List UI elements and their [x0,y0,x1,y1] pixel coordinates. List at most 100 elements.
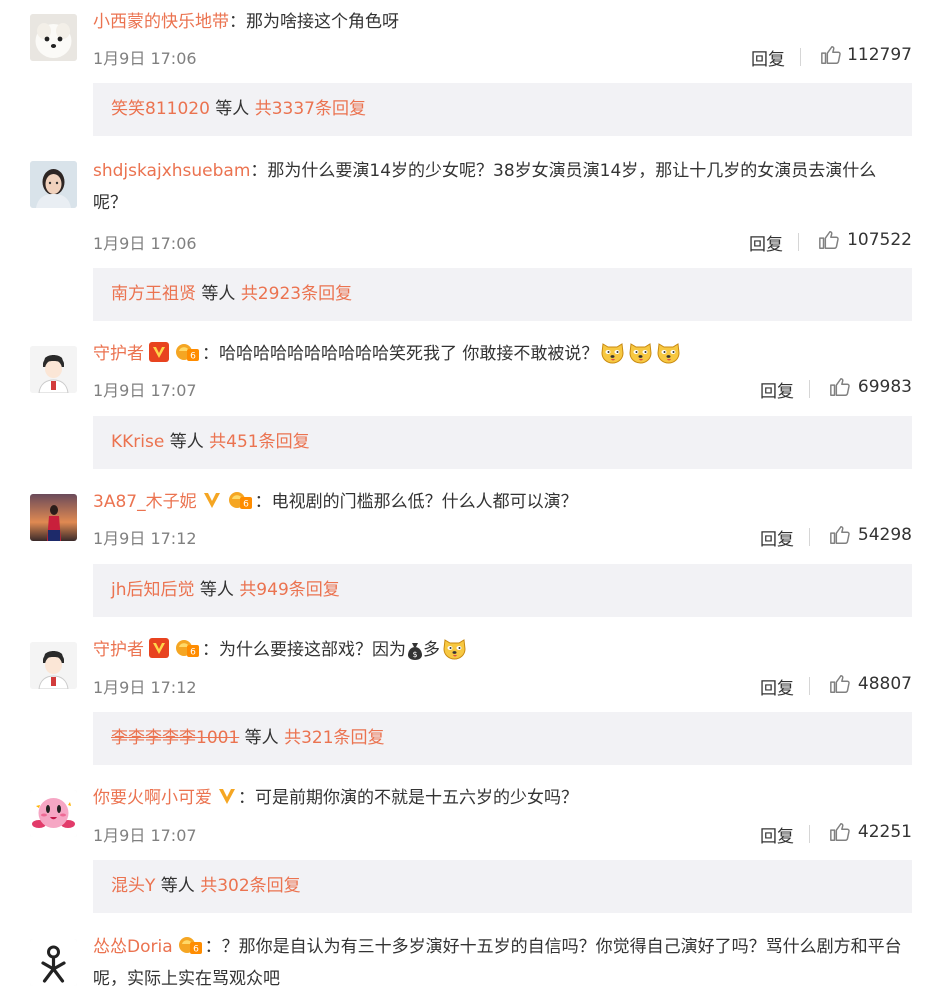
comment-body: ：为什么要接这部戏？因为 [202,640,406,660]
verified-v-icon [216,785,238,807]
comment-meta: 1月9日 17:06 回复 112797 [93,42,912,70]
reply-button[interactable]: 回复 [760,674,794,699]
reply-button[interactable]: 回复 [749,230,783,255]
sub-replies-box[interactable]: 李李李李李1001 等人 共321条回复 [93,712,912,765]
svg-text:6: 6 [190,648,196,658]
svg-text:6: 6 [190,352,196,362]
svg-text:6: 6 [193,945,199,955]
like-count: 48807 [857,674,912,694]
money-bag-icon: $ [407,641,423,661]
sub-reply-total[interactable]: 共949条回复 [239,580,339,600]
timestamp: 1月9日 17:07 [93,381,197,400]
sub-reply-total[interactable]: 共451条回复 [209,432,309,452]
username-link[interactable]: 3A87_木子妮 [93,492,197,512]
comment-text: 守护者 6 ：为什么要接这部戏？因为 $ 多 [93,634,908,666]
comment-text: 守护者 6 ：哈哈哈哈哈哈哈哈哈哈笑死我了 你敢接不敢被说？ [93,338,908,370]
thumbs-up-icon[interactable] [829,821,851,847]
svg-text:6: 6 [243,500,249,510]
divider [809,825,810,843]
like-count: 69983 [857,377,912,397]
doge-emoji-icon [441,634,468,661]
comment-body-tail: 多 [423,640,440,660]
timestamp: 1月9日 17:12 [93,678,197,697]
timestamp: 1月9日 17:06 [93,49,197,68]
doge-emoji-icon [599,338,626,365]
reply-button[interactable]: 回复 [760,822,794,847]
sub-reply-total[interactable]: 共2923条回复 [241,284,352,304]
avatar[interactable] [30,939,77,986]
doge-emoji-icon [655,338,682,365]
avatar[interactable] [30,14,77,61]
sub-reply-mid: 等人 [239,728,285,748]
verified-v-icon [148,637,170,659]
username-link[interactable]: 小西蒙的快乐地带 [93,12,229,32]
verified-v-icon [201,489,223,511]
svg-text:$: $ [412,650,417,659]
sub-reply-total[interactable]: 共3337条回复 [255,99,366,119]
sub-reply-mid: 等人 [155,876,201,896]
thumbs-up-icon[interactable] [829,673,851,699]
username-link[interactable]: 你要火啊小可爱 [93,788,212,808]
member-level-icon: 6 [174,341,202,363]
timestamp: 1月9日 17:06 [93,234,197,253]
like-count: 112797 [847,45,912,65]
sub-replies-box[interactable]: KKrise 等人 共451条回复 [93,416,912,469]
avatar[interactable] [30,790,77,837]
comment-meta: 1月9日 17:07 回复 69983 [93,374,912,402]
sub-reply-user[interactable]: jh后知后觉 [111,580,195,600]
sub-reply-mid: 等人 [209,99,255,119]
divider [798,233,799,251]
sub-replies-box[interactable]: 笑笑811020 等人 共3337条回复 [93,83,912,136]
member-level-icon: 6 [177,934,205,956]
like-count: 107522 [847,230,912,250]
comment-meta: 1月9日 17:12 回复 54298 [93,522,912,550]
comment-body: ：？那你是自认为有三十多岁演好十五岁的自信吗？你觉得自己演好了吗？骂什么剧方和平… [93,937,902,989]
thumbs-up-icon[interactable] [818,229,840,255]
reply-button[interactable]: 回复 [760,525,794,550]
comment-text: 3A87_木子妮 6 ：电视剧的门槛那么低？什么人都可以演？ [93,486,908,518]
verified-v-icon [148,341,170,363]
username-link[interactable]: shdjskajxhsuebam [93,161,250,181]
comment-meta: 1月9日 17:07 回复 42251 [93,819,912,847]
comment-text: 小西蒙的快乐地带：那为啥接这个角色呀 [93,6,908,38]
sub-reply-user[interactable]: KKrise [111,432,164,452]
comment-body: ：那为啥接这个角色呀 [229,12,399,32]
comment-body: ：电视剧的门槛那么低？什么人都可以演？ [254,492,578,512]
doge-emoji-icon [627,338,654,365]
sub-replies-box[interactable]: 南方王祖贤 等人 共2923条回复 [93,268,912,321]
divider [809,677,810,695]
comment-body: ：哈哈哈哈哈哈哈哈哈哈笑死我了 你敢接不敢被说？ [202,344,599,364]
reply-button[interactable]: 回复 [751,45,785,70]
sub-reply-user[interactable]: 南方王祖贤 [111,284,196,304]
comment-text: 怂怂Doria 6 ：？那你是自认为有三十多岁演好十五岁的自信吗？你觉得自己演好了吗… [93,931,908,995]
sub-reply-user[interactable]: 笑笑811020 [111,99,210,119]
reply-button[interactable]: 回复 [760,377,794,402]
avatar[interactable] [30,161,77,208]
avatar[interactable] [30,346,77,393]
thumbs-up-icon[interactable] [829,376,851,402]
timestamp: 1月9日 17:07 [93,826,197,845]
like-count: 54298 [857,525,912,545]
sub-reply-total[interactable]: 共321条回复 [284,728,384,748]
username-link[interactable]: 守护者 [93,344,144,364]
comment-meta: 1月9日 17:12 回复 48807 [93,671,912,699]
username-link[interactable]: 怂怂Doria [93,937,173,957]
thumbs-up-icon[interactable] [820,44,842,70]
member-level-icon: 6 [174,637,202,659]
thumbs-up-icon[interactable] [829,524,851,550]
sub-reply-user[interactable]: 混头Y [111,876,155,896]
sub-reply-user[interactable]: 李李李李李1001 [111,728,239,748]
avatar[interactable] [30,642,77,689]
comment-meta: 1月9日 17:06 回复 107522 [93,227,912,255]
sub-reply-total[interactable]: 共302条回复 [200,876,300,896]
sub-reply-mid: 等人 [164,432,210,452]
comment-body: ：可是前期你演的不就是十五六岁的少女吗？ [238,788,578,808]
username-link[interactable]: 守护者 [93,640,144,660]
sub-replies-box[interactable]: 混头Y 等人 共302条回复 [93,860,912,913]
sub-reply-mid: 等人 [194,580,240,600]
sub-replies-box[interactable]: jh后知后觉 等人 共949条回复 [93,564,912,617]
avatar[interactable] [30,494,77,541]
divider [800,48,801,66]
comment-text: shdjskajxhsuebam：那为什么要演14岁的少女呢？38岁女演员演14… [93,155,908,219]
sub-reply-mid: 等人 [196,284,241,304]
